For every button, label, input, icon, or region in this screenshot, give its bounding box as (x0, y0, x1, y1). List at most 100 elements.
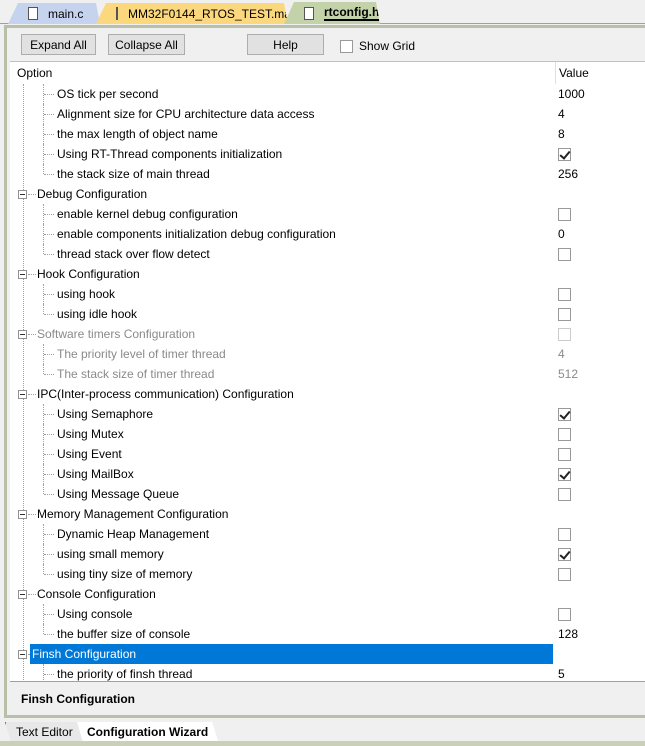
tree-group-row[interactable]: Memory Management Configuration (10, 504, 645, 524)
option-value[interactable]: 1000 (558, 84, 585, 104)
tree-option-row[interactable]: Dynamic Heap Management (10, 524, 645, 544)
help-button[interactable]: Help (247, 34, 324, 55)
group-label: Finsh Configuration (30, 644, 553, 664)
option-checkbox[interactable] (558, 548, 571, 561)
option-checkbox[interactable] (558, 488, 571, 501)
show-grid-checkbox[interactable] (340, 39, 353, 53)
tree-option-row[interactable]: using hook (10, 284, 645, 304)
option-value[interactable]: 4 (558, 104, 565, 124)
tree-option-row[interactable]: using idle hook (10, 304, 645, 324)
tree-group-row[interactable]: Console Configuration (10, 584, 645, 604)
tree-group-row[interactable]: Debug Configuration (10, 184, 645, 204)
option-checkbox[interactable] (558, 328, 571, 341)
tree-option-row[interactable]: the buffer size of console 128 (10, 624, 645, 644)
option-label: Using Event (57, 447, 122, 461)
option-checkbox[interactable] (558, 208, 571, 221)
option-checkbox[interactable] (558, 408, 571, 421)
tree-option-row[interactable]: enable kernel debug configuration (10, 204, 645, 224)
option-checkbox[interactable] (558, 448, 571, 461)
tree-line (44, 454, 54, 455)
tree-option-row[interactable]: using small memory (10, 544, 645, 564)
option-label: Using Semaphore (57, 407, 154, 421)
option-checkbox[interactable] (558, 148, 571, 161)
option-checkbox[interactable] (558, 568, 571, 581)
tree-line (43, 484, 44, 494)
tree-line (43, 564, 44, 574)
tree-option-row[interactable]: the max length of object name 8 (10, 124, 645, 144)
tab-configuration-wizard[interactable]: Configuration Wizard (77, 722, 218, 742)
option-checkbox[interactable] (558, 608, 571, 621)
file-icon (28, 7, 38, 20)
tree-option-row[interactable]: Using RT-Thread components initializatio… (10, 144, 645, 164)
tab-main-c[interactable]: main.c (8, 3, 100, 24)
tree-line (44, 534, 54, 535)
option-checkbox[interactable] (558, 308, 571, 321)
tree-group-row[interactable]: Software timers Configuration (10, 324, 645, 344)
option-checkbox[interactable] (558, 428, 571, 441)
column-divider[interactable] (555, 62, 556, 84)
tab-rtconfig-h[interactable]: rtconfig.h (284, 2, 380, 24)
tab-map-file[interactable]: MM32F0144_RTOS_TEST.map (96, 3, 288, 24)
options-tree: Option Value OS tick per second 1000 Align… (10, 61, 645, 681)
collapse-icon[interactable] (18, 270, 27, 279)
option-label: using small memory (57, 547, 164, 561)
option-value[interactable]: 5 (558, 664, 565, 681)
tree-option-row[interactable]: using tiny size of memory (10, 564, 645, 584)
option-column-header[interactable]: Option (17, 62, 52, 84)
collapse-icon[interactable] (18, 650, 27, 659)
tree-option-row[interactable]: Using Semaphore (10, 404, 645, 424)
tree-option-row[interactable]: Using MailBox (10, 464, 645, 484)
option-checkbox[interactable] (558, 288, 571, 301)
option-checkbox[interactable] (558, 468, 571, 481)
option-value[interactable]: 256 (558, 164, 578, 184)
tree-line (44, 114, 54, 115)
expand-all-button[interactable]: Expand All (21, 34, 96, 55)
option-label: The stack size of timer thread (57, 367, 215, 381)
tab-text-editor[interactable]: Text Editor (5, 722, 83, 742)
tree-option-row[interactable]: Using Event (10, 444, 645, 464)
value-column-header[interactable]: Value (559, 62, 589, 84)
collapse-icon[interactable] (18, 510, 27, 519)
option-value[interactable]: 4 (558, 344, 565, 364)
tree-option-row[interactable]: Using console (10, 604, 645, 624)
tree-group-row[interactable]: Hook Configuration (10, 264, 645, 284)
collapse-icon[interactable] (18, 190, 27, 199)
option-checkbox[interactable] (558, 528, 571, 541)
tree-line (44, 634, 54, 635)
option-label: the max length of object name (57, 127, 218, 141)
file-tab-bar: main.c MM32F0144_RTOS_TEST.map rtconfig.… (0, 0, 645, 24)
option-label: using idle hook (57, 307, 138, 321)
collapse-all-button[interactable]: Collapse All (108, 34, 185, 55)
tree-option-row[interactable]: Using Mutex (10, 424, 645, 444)
tree-line (44, 354, 54, 355)
tree-option-row[interactable]: Using Message Queue (10, 484, 645, 504)
tree-line (43, 164, 44, 174)
option-checkbox[interactable] (558, 248, 571, 261)
collapse-icon[interactable] (18, 330, 27, 339)
tree-line (43, 304, 44, 314)
tree-option-row[interactable]: The priority level of timer thread 4 (10, 344, 645, 364)
option-value[interactable]: 128 (558, 624, 578, 644)
tree-group-row[interactable]: IPC(Inter-process communication) Configu… (10, 384, 645, 404)
option-label: the stack size of main thread (57, 167, 210, 181)
option-value[interactable]: 0 (558, 224, 565, 244)
collapse-icon[interactable] (18, 590, 27, 599)
option-value[interactable]: 512 (558, 364, 578, 384)
tree-group-row[interactable]: Finsh Configuration (10, 644, 645, 664)
tree-option-row[interactable]: Alignment size for CPU architecture data… (10, 104, 645, 124)
show-grid-label: Show Grid (359, 39, 416, 53)
tree-option-row[interactable]: thread stack over flow detect (10, 244, 645, 264)
option-label: The priority level of timer thread (57, 347, 226, 361)
description-text: Finsh Configuration (21, 692, 135, 706)
tree-option-row[interactable]: enable components initialization debug c… (10, 224, 645, 244)
group-label: Hook Configuration (37, 267, 140, 281)
tree-option-row[interactable]: The stack size of timer thread 512 (10, 364, 645, 384)
show-grid-toggle[interactable]: Show Grid (340, 39, 415, 53)
collapse-icon[interactable] (18, 390, 27, 399)
tree-line (44, 574, 54, 575)
option-value[interactable]: 8 (558, 124, 565, 144)
file-icon (116, 7, 118, 20)
tree-option-row[interactable]: OS tick per second 1000 (10, 84, 645, 104)
tree-option-row[interactable]: the stack size of main thread 256 (10, 164, 645, 184)
tree-option-row[interactable]: the priority of finsh thread 5 (10, 664, 645, 681)
